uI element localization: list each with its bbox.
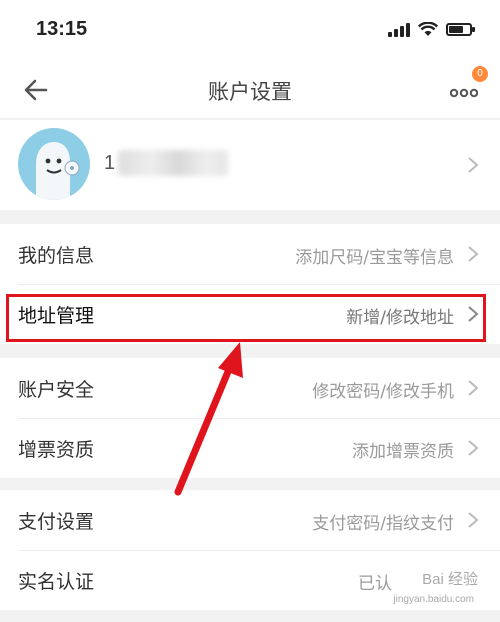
settings-group-account: 账户安全 修改密码/修改手机 增票资质 添加增票资质 — [0, 358, 500, 478]
watermark: Bai 经验 — [422, 571, 478, 588]
signal-icon — [388, 22, 410, 37]
settings-group-payment: 支付设置 支付密码/指纹支付 实名认证 已认 — [0, 490, 500, 610]
row-value: 支付密码/指纹支付 — [312, 514, 454, 534]
row-label: 增票资质 — [18, 439, 95, 461]
blurred-username — [118, 150, 228, 176]
more-icon[interactable] — [450, 84, 478, 98]
row-label: 支付设置 — [18, 511, 95, 533]
chevron-right-icon — [468, 440, 479, 456]
watermark-url: jingyan.baidu.com — [393, 594, 474, 605]
chevron-right-icon — [468, 246, 479, 262]
chevron-right-icon — [468, 157, 479, 173]
row-label: 实名认证 — [18, 571, 95, 593]
row-my-info[interactable]: 我的信息 添加尺码/宝宝等信息 — [0, 224, 500, 284]
row-value: 修改密码/修改手机 — [312, 382, 454, 402]
avatar-cartoon-icon — [36, 142, 80, 200]
row-label: 账户安全 — [18, 379, 95, 401]
battery-icon — [446, 23, 475, 36]
nav-bar: 账户设置 0 — [0, 62, 500, 118]
status-time: 13:15 — [36, 18, 88, 40]
user-name: 1 — [104, 152, 116, 174]
row-value: 已认 — [358, 574, 392, 594]
highlight-box — [6, 294, 486, 342]
row-payment-settings[interactable]: 支付设置 支付密码/指纹支付 — [0, 490, 500, 550]
row-value: 添加增票资质 — [352, 442, 454, 462]
notification-badge: 0 — [472, 66, 488, 82]
row-invoice-qualification[interactable]: 增票资质 添加增票资质 — [0, 418, 500, 478]
profile-card[interactable]: 1 — [0, 120, 500, 210]
row-value: 添加尺码/宝宝等信息 — [295, 248, 454, 268]
chevron-right-icon — [468, 380, 479, 396]
row-label: 我的信息 — [18, 245, 95, 267]
status-bar: 13:15 — [0, 0, 500, 62]
row-account-security[interactable]: 账户安全 修改密码/修改手机 — [0, 358, 500, 418]
wifi-icon — [418, 22, 438, 36]
page-title: 账户设置 — [208, 80, 292, 104]
status-icons — [388, 22, 475, 37]
chevron-right-icon — [468, 512, 479, 528]
avatar[interactable] — [18, 128, 90, 200]
